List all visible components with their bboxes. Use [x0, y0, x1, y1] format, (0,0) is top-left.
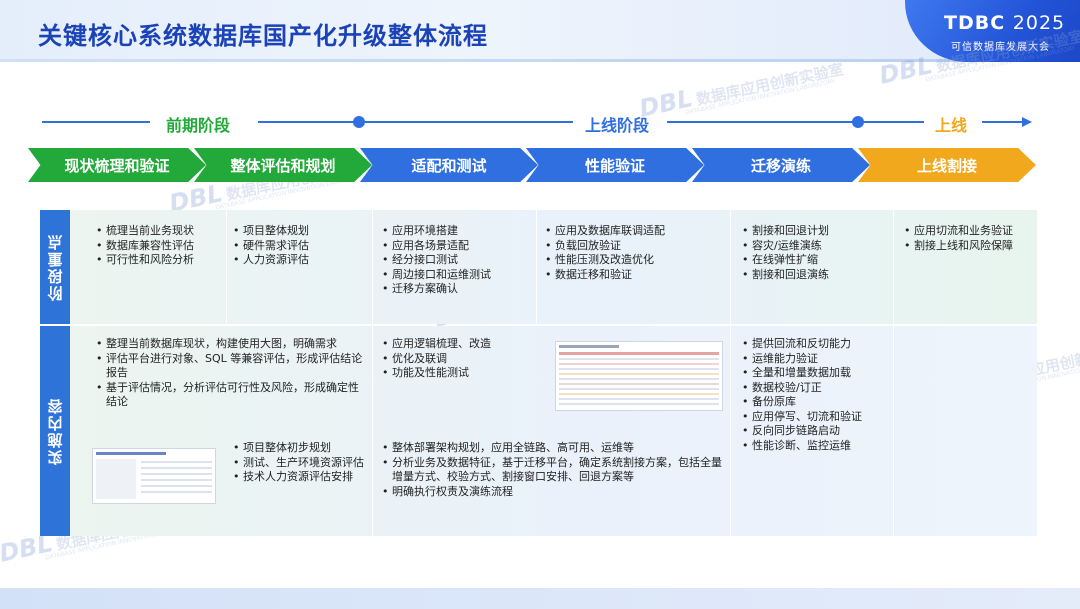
list-item: 全量和增量数据加载: [742, 366, 890, 381]
stage-chevron-5: 迁移演练: [692, 148, 870, 182]
list-item: 测试、生产环境资源评估: [233, 456, 369, 471]
list-item: 容灾/运维演练: [742, 239, 890, 254]
list-item: 负载回放验证: [545, 239, 725, 254]
list-item: 割接和回退演练: [742, 268, 890, 283]
timeline-line: [667, 121, 853, 123]
impl-list-architecture: 整体部署架构规划，应用全链路、高可用、运维等 分析业务及数据特征，基于迁移平台，…: [382, 441, 726, 499]
stage-chevron-4: 性能验证: [526, 148, 704, 182]
list-item: 经分接口测试: [382, 253, 532, 268]
focus-list-stage-2: 项目整体规划 硬件需求评估 人力资源评估: [233, 224, 369, 268]
list-item: 人力资源评估: [233, 253, 369, 268]
column-divider: [730, 210, 731, 536]
timeline-milestone-dot: [852, 116, 864, 128]
brand-logo: TDBC 2025: [944, 12, 1065, 34]
focus-list-stage-1: 梳理当前业务现状 数据库兼容性评估 可行性和风险分析: [96, 224, 224, 268]
timeline-line: [258, 121, 358, 123]
impl-list-assessment: 整理当前数据库现状，构建使用大图，明确需求 评估平台进行对象、SQL 等兼容评估…: [96, 337, 368, 410]
list-item: 技术人力资源评估安排: [233, 470, 369, 485]
list-item: 应用及数据库联调适配: [545, 224, 725, 239]
stage-chevron-2: 整体评估和规划: [194, 148, 372, 182]
timeline-line: [864, 121, 924, 123]
list-item: 硬件需求评估: [233, 239, 369, 254]
list-item: 性能压测及改造优化: [545, 253, 725, 268]
row-label-implementation: 实施内容: [40, 326, 70, 536]
list-item: 割接和回退计划: [742, 224, 890, 239]
timeline-milestone-dot: [353, 116, 365, 128]
brand-subtitle: 可信数据库发展大会: [951, 42, 1050, 53]
list-item: 应用各场景适配: [382, 239, 532, 254]
watermark: DBL数据库应用创新实验室DATABASE APPLICATION INNOVA…: [636, 60, 846, 123]
column-divider: [372, 210, 373, 536]
timeline-phase-golive: 上线: [935, 116, 968, 135]
list-item: 数据迁移和验证: [545, 268, 725, 283]
list-item: 数据库兼容性评估: [96, 239, 224, 254]
footer-band: [0, 588, 1080, 609]
page-title: 关键核心系统数据库国产化升级整体流程: [38, 22, 488, 50]
performance-report-thumbnail: [555, 341, 723, 411]
list-item: 项目整体规划: [233, 224, 369, 239]
timeline-phase-online: 上线阶段: [585, 116, 650, 135]
impl-list-adaptation: 应用逻辑梳理、改造 优化及联调 功能及性能测试: [382, 337, 532, 381]
list-item: 应用停写、切流和验证: [742, 410, 890, 425]
list-item: 在线弹性扩缩: [742, 253, 890, 268]
list-item: 性能诊断、监控运维: [742, 439, 890, 454]
stage-chevron-6: 上线割接: [858, 148, 1036, 182]
list-item: 整体部署架构规划，应用全链路、高可用、运维等: [382, 441, 726, 456]
timeline-phase-pre: 前期阶段: [166, 116, 231, 135]
list-item: 评估平台进行对象、SQL 等兼容评估，形成评估结论报告: [96, 352, 368, 381]
impl-list-migration: 提供回流和反切能力 运维能力验证 全量和增量数据加载 数据校验/订正 备份原库 …: [742, 337, 890, 453]
list-item: 反向同步链路启动: [742, 424, 890, 439]
column-divider: [226, 210, 227, 324]
list-item: 应用切流和业务验证: [904, 224, 1034, 239]
assessment-report-thumbnail: [92, 448, 216, 504]
list-item: 分析业务及数据特征，基于迁移平台，确定系统割接方案，包括全量增量方式、校验方式、…: [382, 456, 726, 485]
timeline-line: [982, 121, 1024, 123]
brand-name: TDBC: [944, 12, 1006, 34]
list-item: 应用逻辑梳理、改造: [382, 337, 532, 352]
timeline-line: [365, 121, 573, 123]
impl-list-planning: 项目整体初步规划 测试、生产环境资源评估 技术人力资源评估安排: [233, 441, 369, 485]
focus-list-stage-3: 应用环境搭建 应用各场景适配 经分接口测试 周边接口和运维测试 迁移方案确认: [382, 224, 532, 297]
list-item: 数据校验/订正: [742, 381, 890, 396]
column-divider: [536, 210, 537, 324]
list-item: 功能及性能测试: [382, 366, 532, 381]
list-item: 迁移方案确认: [382, 282, 532, 297]
list-item: 基于评估情况，分析评估可行性及风险，形成确定性结论: [96, 381, 368, 410]
list-item: 可行性和风险分析: [96, 253, 224, 268]
timeline-arrowhead: [1022, 117, 1032, 127]
brand-year: 2025: [1012, 12, 1066, 34]
list-item: 整理当前数据库现状，构建使用大图，明确需求: [96, 337, 368, 352]
column-divider: [893, 210, 894, 536]
list-item: 明确执行权责及演练流程: [382, 485, 726, 500]
list-item: 周边接口和运维测试: [382, 268, 532, 283]
stage-chevron-1: 现状梳理和验证: [28, 148, 206, 182]
list-item: 运维能力验证: [742, 352, 890, 367]
list-item: 应用环境搭建: [382, 224, 532, 239]
list-item: 割接上线和风险保障: [904, 239, 1034, 254]
list-item: 项目整体初步规划: [233, 441, 369, 456]
slide: 关键核心系统数据库国产化升级整体流程 TDBC 2025 可信数据库发展大会 D…: [0, 0, 1080, 609]
list-item: 备份原库: [742, 395, 890, 410]
list-item: 优化及联调: [382, 352, 532, 367]
stage-chevron-3: 适配和测试: [360, 148, 538, 182]
list-item: 提供回流和反切能力: [742, 337, 890, 352]
row-label-focus: 阶段重点: [40, 210, 70, 324]
focus-list-stage-6: 应用切流和业务验证 割接上线和风险保障: [904, 224, 1034, 253]
list-item: 梳理当前业务现状: [96, 224, 224, 239]
focus-list-stage-4: 应用及数据库联调适配 负载回放验证 性能压测及改造优化 数据迁移和验证: [545, 224, 725, 282]
timeline-line: [42, 121, 150, 123]
focus-list-stage-5: 割接和回退计划 容灾/运维演练 在线弹性扩缩 割接和回退演练: [742, 224, 890, 282]
